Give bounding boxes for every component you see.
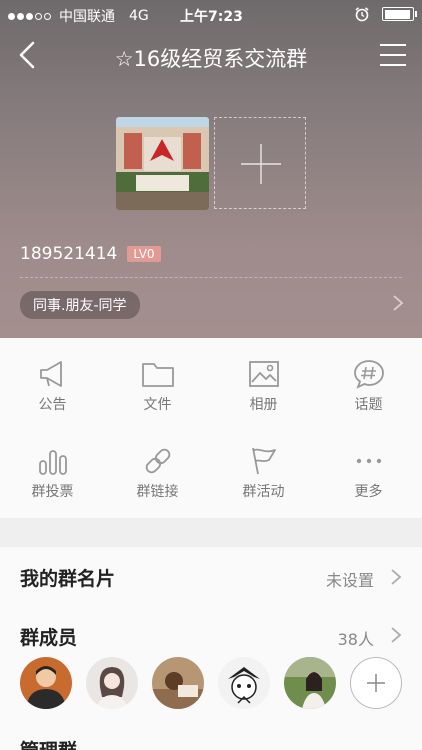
feature-vote[interactable]: 群投票 [0, 445, 105, 501]
group-photos [116, 117, 306, 210]
feature-label: 群活动 [242, 484, 285, 500]
add-photo-button[interactable] [214, 117, 306, 209]
member-avatar[interactable] [86, 657, 138, 709]
status-time: 上午7:23 [180, 9, 243, 25]
my-card-title: 我的群名片 [20, 568, 116, 590]
nav-bar: ☆16级经贸系交流群 [0, 30, 422, 80]
members-title: 群成员 [20, 627, 78, 649]
alarm-icon [355, 7, 369, 22]
member-avatar[interactable] [152, 657, 204, 709]
feature-files[interactable]: 文件 [105, 358, 210, 414]
chevron-right-icon [391, 627, 402, 643]
feature-more[interactable]: 更多 [316, 445, 421, 501]
my-card-value: 未设置 [325, 571, 374, 590]
feature-link[interactable]: 群链接 [105, 445, 210, 501]
feature-activity[interactable]: 群活动 [211, 445, 316, 501]
feature-topic[interactable]: 话题 [316, 358, 421, 414]
feature-label: 相册 [249, 397, 278, 413]
signal-icon [8, 12, 51, 20]
menu-icon[interactable] [378, 42, 408, 68]
group-header: 中国联通 4G 上午7:23 ☆16级经贸系交流群 189521414 LV0 … [0, 0, 422, 338]
add-member-button[interactable] [350, 657, 402, 709]
feature-label: 更多 [354, 484, 383, 500]
group-id-row: 189521414 LV0 [20, 244, 161, 264]
flag-icon [251, 447, 276, 475]
network-type: 4G [129, 8, 149, 24]
status-bar: 中国联通 4G 上午7:23 [0, 0, 422, 28]
page-title: ☆16级经贸系交流群 [114, 47, 308, 71]
group-avatar[interactable] [116, 117, 209, 210]
feature-label: 公告 [38, 397, 67, 413]
hashtag-icon [353, 360, 384, 389]
link-icon [145, 448, 170, 474]
chevron-right-icon[interactable] [392, 294, 404, 312]
feature-label: 群投票 [31, 484, 74, 500]
feature-announcement[interactable]: 公告 [0, 358, 105, 414]
member-avatars [20, 657, 402, 709]
manage-group-title: 管理群 [20, 736, 77, 750]
feature-label: 群链接 [136, 484, 179, 500]
header-divider [20, 277, 402, 278]
chevron-right-icon [391, 569, 402, 585]
carrier-name: 中国联通 [59, 9, 115, 25]
feature-label: 话题 [354, 397, 383, 413]
group-info-section: 我的群名片 未设置 群成员 38人 [0, 547, 422, 750]
member-avatar[interactable] [218, 657, 270, 709]
plus-icon [367, 674, 385, 692]
group-tag[interactable]: 同事.朋友-同学 [20, 291, 140, 319]
photo-album-icon [248, 361, 279, 387]
member-avatar[interactable] [20, 657, 72, 709]
feature-label: 文件 [143, 397, 172, 413]
more-icon [356, 458, 381, 464]
folder-icon [141, 363, 174, 387]
plus-icon [241, 144, 281, 184]
members-count: 38人 [337, 630, 374, 649]
battery-icon [382, 7, 417, 21]
member-avatar[interactable] [284, 657, 336, 709]
feature-album[interactable]: 相册 [211, 358, 316, 414]
feature-grid: 公告 文件 相册 话题 群投票 群链接 群活动 更多 [0, 338, 422, 518]
level-badge: LV0 [127, 246, 161, 262]
group-number: 189521414 [20, 244, 118, 264]
bar-chart-icon [38, 450, 67, 475]
back-arrow-icon[interactable] [14, 40, 42, 70]
megaphone-icon [39, 361, 62, 387]
